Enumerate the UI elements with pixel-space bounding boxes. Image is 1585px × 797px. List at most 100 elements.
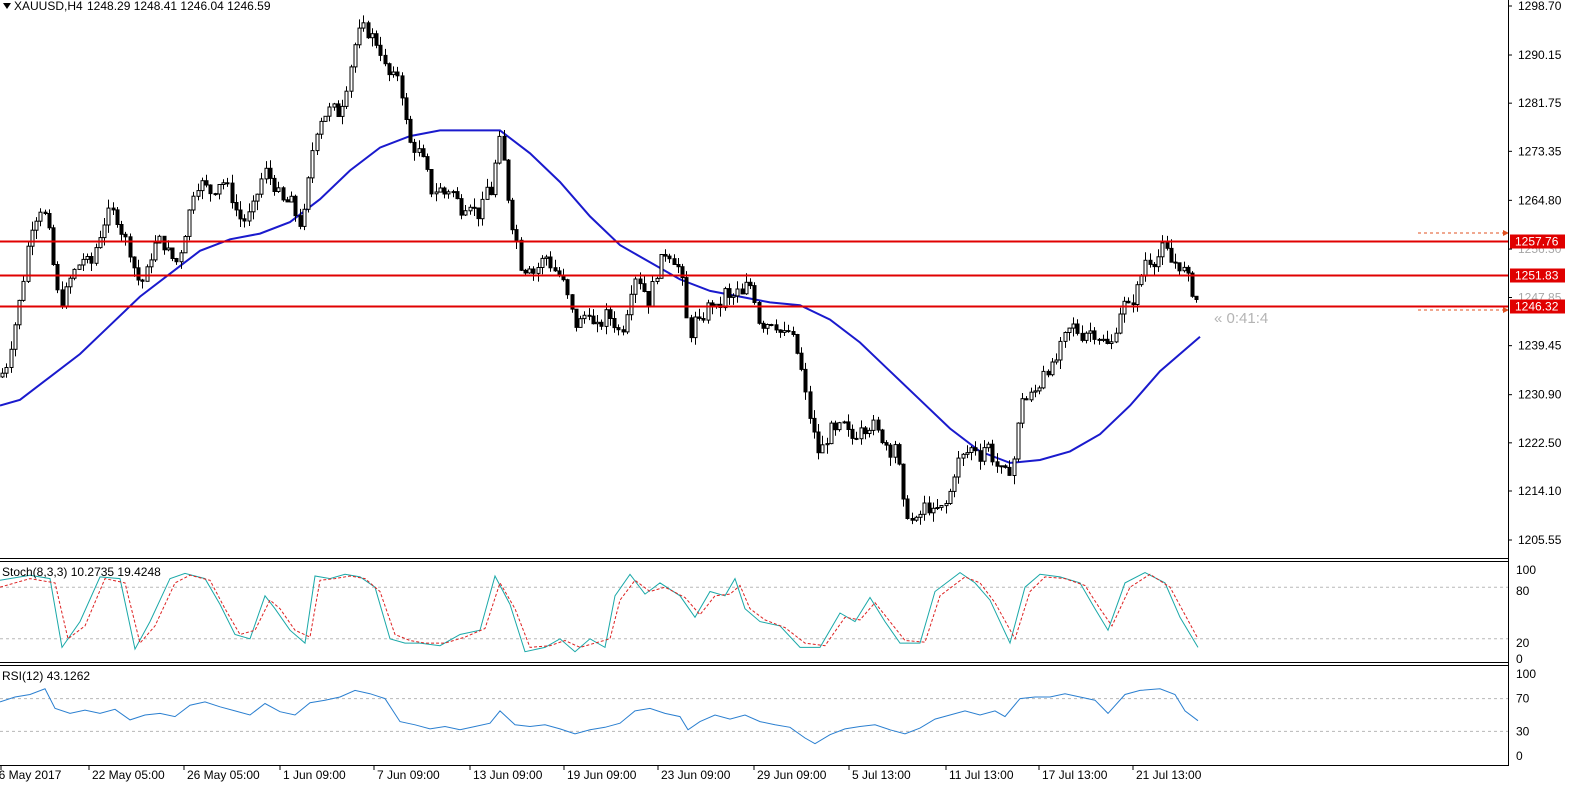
candle-body — [519, 239, 524, 271]
candle-body — [302, 208, 307, 227]
candle-body — [204, 180, 209, 186]
candle-body — [51, 227, 56, 266]
candle-body — [714, 303, 719, 307]
candle-body — [850, 428, 855, 439]
candle-body — [1092, 330, 1097, 340]
candle-body — [689, 317, 694, 339]
candle-body — [421, 148, 426, 158]
candle-body — [238, 209, 243, 220]
candle-body — [1109, 341, 1114, 344]
bar-timer: « 0:41:4 — [1214, 310, 1268, 327]
candle-body — [574, 308, 579, 328]
candle-body — [332, 103, 337, 108]
candle-body — [1097, 338, 1102, 341]
candle-body — [123, 233, 128, 238]
price-tick-label: 1214.10 — [1518, 484, 1562, 498]
candle-body — [735, 288, 740, 297]
price-tick-label: 1298.70 — [1518, 0, 1562, 13]
candle-body — [1016, 422, 1021, 460]
price-tick-label: 1230.90 — [1518, 388, 1562, 402]
candle-body — [179, 252, 184, 263]
candle-body — [429, 169, 434, 195]
candle-body — [196, 190, 201, 197]
level-price-text: 1251.83 — [1515, 269, 1559, 283]
candle-body — [17, 299, 22, 326]
candle-body — [621, 329, 626, 333]
candle-body — [1135, 284, 1140, 306]
candle-body — [1118, 313, 1123, 334]
candle-body — [791, 331, 796, 335]
candle-body — [774, 324, 779, 331]
candle-body — [816, 431, 821, 454]
candle-body — [582, 314, 587, 320]
candle-body — [540, 257, 545, 268]
candle-body — [803, 368, 808, 393]
candle-body — [1033, 390, 1038, 393]
candle-body — [1105, 338, 1110, 344]
candle-body — [323, 115, 328, 122]
candle-body — [1054, 359, 1059, 363]
candle-body — [221, 182, 226, 186]
candle-body — [412, 141, 417, 153]
candle-body — [404, 97, 409, 121]
candle-body — [455, 191, 460, 200]
stoch-tick-label: 80 — [1516, 584, 1530, 598]
candle-body — [115, 209, 120, 225]
candle-body — [1173, 261, 1178, 264]
candle-body — [999, 465, 1004, 468]
candle-body — [1088, 330, 1093, 334]
candle-body — [1169, 247, 1174, 263]
candle-body — [514, 229, 519, 241]
price-tick-label: 1239.45 — [1518, 339, 1562, 353]
candle-body — [837, 422, 842, 431]
candle-body — [259, 178, 264, 195]
candle-body — [276, 187, 281, 193]
candle-body — [625, 314, 630, 333]
price-tick-label: 1273.35 — [1518, 144, 1562, 158]
stoch-tick-label: 20 — [1516, 636, 1530, 650]
candle-body — [319, 120, 324, 135]
candle-body — [706, 302, 711, 321]
time-tick-label: 29 Jun 09:00 — [757, 768, 827, 782]
candle-body — [693, 316, 698, 339]
candle-body — [918, 513, 923, 518]
candle-body — [1041, 370, 1046, 389]
candle-body — [281, 187, 286, 201]
candle-body — [638, 278, 643, 285]
candle-body — [370, 33, 375, 39]
candle-body — [1058, 340, 1063, 361]
candle-body — [391, 71, 396, 76]
candle-body — [854, 437, 859, 440]
candle-body — [965, 452, 970, 455]
candle-body — [327, 106, 332, 117]
price-tick-label: 1205.55 — [1518, 533, 1562, 547]
price-tick-label: 1290.15 — [1518, 48, 1562, 62]
candle-body — [646, 291, 651, 308]
candle-body — [701, 318, 706, 321]
candle-body — [650, 281, 655, 308]
candle-body — [298, 215, 303, 227]
candle-body — [710, 302, 715, 307]
candle-body — [349, 66, 354, 92]
candle-body — [497, 135, 502, 164]
rsi-tick-label: 100 — [1516, 667, 1536, 681]
candle-body — [1012, 458, 1017, 476]
candle-body — [1182, 266, 1187, 272]
candle-body — [578, 318, 583, 328]
candle-body — [961, 453, 966, 459]
candle-body — [523, 269, 528, 274]
candle-body — [684, 277, 689, 319]
candle-body — [463, 210, 468, 216]
candle-body — [476, 207, 481, 220]
candle-body — [225, 182, 230, 185]
candle-body — [485, 186, 490, 200]
candle-body — [459, 198, 464, 216]
candle-body — [952, 476, 957, 492]
candle-body — [956, 457, 961, 478]
candle-body — [47, 213, 52, 229]
time-tick-label: 23 Jun 09:00 — [661, 768, 731, 782]
candle-body — [400, 75, 405, 99]
candle-body — [973, 447, 978, 452]
rsi-tick-label: 0 — [1516, 749, 1523, 763]
candle-body — [13, 324, 18, 350]
